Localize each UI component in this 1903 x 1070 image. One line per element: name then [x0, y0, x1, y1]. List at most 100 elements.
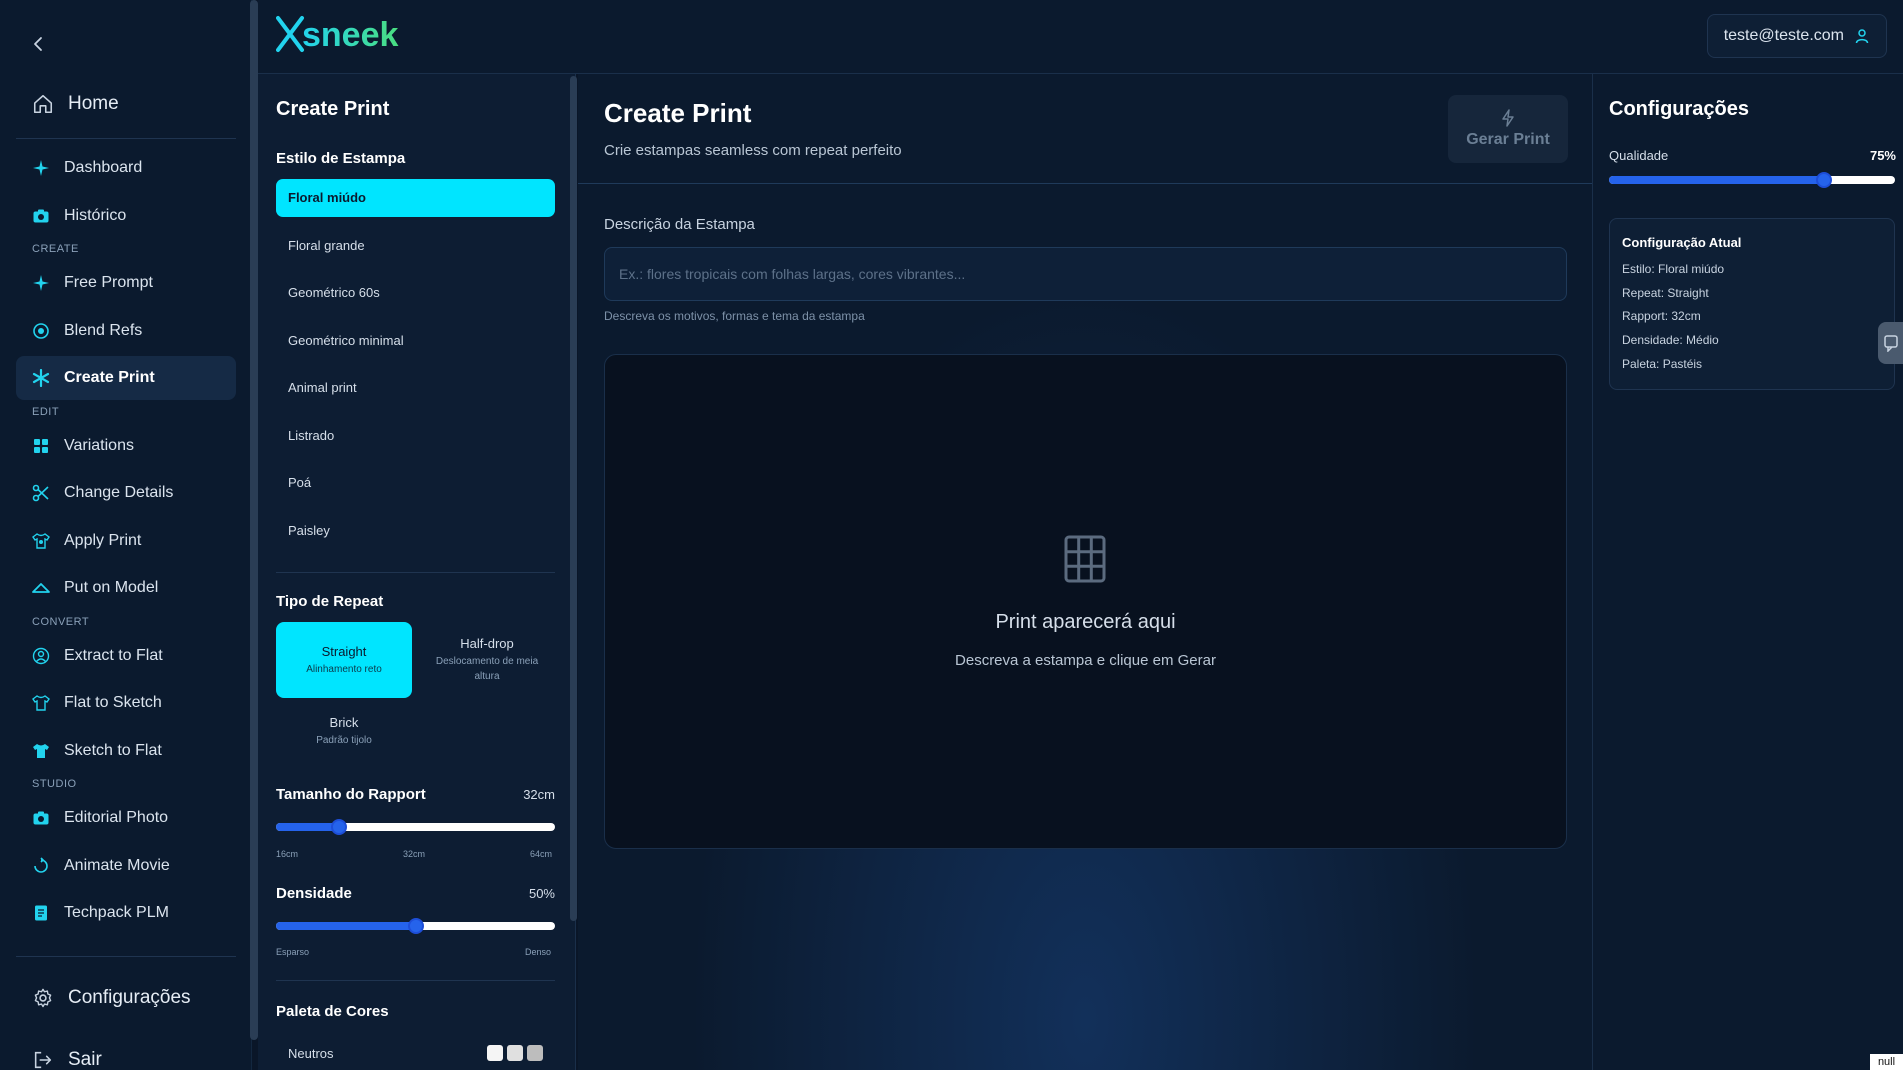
- rapport-value: 32cm: [523, 787, 555, 802]
- repeat-option-straight[interactable]: Straight Alinhamento reto: [276, 622, 412, 698]
- repeat-section-label: Tipo de Repeat: [276, 593, 384, 610]
- camera-icon: [32, 207, 50, 225]
- density-slider-fill: [276, 922, 416, 930]
- palette-label: Paleta de Cores: [276, 1003, 389, 1020]
- svg-text:sneek: sneek: [302, 16, 398, 54]
- person-icon: [32, 647, 50, 665]
- sidebar-item-techpack-plm[interactable]: Techpack PLM: [16, 891, 236, 935]
- sidebar-item-label: Apply Print: [64, 531, 142, 549]
- sidebar-item-change-details[interactable]: Change Details: [16, 471, 236, 515]
- sidebar-item-flat-to-sketch[interactable]: Flat to Sketch: [16, 681, 236, 725]
- style-option[interactable]: Animal print: [276, 369, 555, 407]
- config-line: Densidade: Médio: [1622, 333, 1719, 348]
- sidebar-item-label: Blend Refs: [64, 321, 143, 339]
- style-option[interactable]: Listrado: [276, 417, 555, 455]
- repeat-option-brick[interactable]: Brick Padrão tijolo: [276, 706, 412, 756]
- sidebar-item-label: Free Prompt: [64, 274, 153, 291]
- nav-logout-label: Sair: [68, 1049, 102, 1070]
- nav-logout[interactable]: Sair: [16, 1038, 236, 1070]
- style-option[interactable]: Geométrico minimal: [276, 322, 555, 360]
- nav-home-label: Home: [68, 93, 119, 114]
- sidebar-item-variations[interactable]: Variations: [16, 424, 236, 468]
- tshirt-outline-icon: [32, 694, 50, 712]
- panel-divider: [276, 980, 555, 981]
- style-option[interactable]: Floral miúdo: [276, 179, 555, 217]
- sidebar-item-label: Extract to Flat: [64, 646, 163, 664]
- feedback-tab[interactable]: [1878, 322, 1903, 364]
- repeat-desc: Alinhamento reto: [306, 663, 382, 675]
- sidebar-item-dashboard[interactable]: Dashboard: [16, 146, 236, 190]
- sidebar-item-label: Histórico: [64, 206, 127, 224]
- sidebar-item-hist-rico[interactable]: Histórico: [16, 194, 236, 238]
- sidebar-item-editorial-photo[interactable]: Editorial Photo: [16, 796, 236, 840]
- nav-home[interactable]: Home: [16, 82, 236, 126]
- sidebar-item-label: Animate Movie: [64, 856, 170, 874]
- sidebar-item-apply-print[interactable]: Apply Print: [16, 519, 236, 563]
- user-menu[interactable]: teste@teste.com: [1706, 14, 1887, 58]
- sidebar-item-label: Techpack PLM: [64, 904, 169, 921]
- sidebar-item-put-on-model[interactable]: Put on Model: [16, 566, 236, 610]
- logout-icon: [32, 1049, 54, 1070]
- generate-print-button[interactable]: Gerar Print: [1448, 95, 1568, 163]
- style-options-list: Floral miúdo Floral grande Geométrico 60s G…: [276, 179, 555, 559]
- home-icon: [32, 93, 54, 115]
- repeat-option-half-drop[interactable]: Half-drop Deslocamento de meia altura: [419, 622, 555, 698]
- panel-scrollbar[interactable]: [570, 76, 577, 921]
- sidebar-item-free-prompt[interactable]: Free Prompt: [16, 261, 236, 305]
- density-slider-thumb[interactable]: [407, 918, 424, 934]
- panel-divider: [276, 572, 555, 573]
- lightning-icon: [1500, 109, 1516, 127]
- user-icon: [1854, 28, 1870, 44]
- sidebar-item-animate-movie[interactable]: Animate Movie: [16, 844, 236, 888]
- repeat-name: Straight: [321, 643, 367, 659]
- config-line: Paleta: Pastéis: [1622, 356, 1703, 371]
- grid-icon: [32, 437, 50, 455]
- style-option[interactable]: Poá: [276, 464, 555, 502]
- sparkle-icon: [32, 159, 50, 177]
- user-email: teste@teste.com: [1723, 27, 1844, 44]
- sparkle-icon: [32, 274, 50, 292]
- sidebar-divider: [16, 138, 236, 139]
- style-option[interactable]: Floral grande: [276, 227, 555, 265]
- rapport-slider[interactable]: [276, 819, 555, 835]
- sidebar-item-label: Variations: [64, 436, 134, 454]
- repeat-name: Half-drop: [460, 636, 514, 651]
- palette-option-neutros[interactable]: Neutros: [276, 1040, 555, 1066]
- sidebar-item-label: Sketch to Flat: [64, 741, 162, 759]
- nav-section-label: CONVERT: [32, 615, 90, 628]
- style-option[interactable]: Paisley: [276, 512, 555, 550]
- tshirt-icon: [32, 742, 50, 760]
- collapse-sidebar-button[interactable]: [28, 34, 48, 54]
- palette-swatches: [487, 1045, 543, 1061]
- sidebar-item-sketch-to-flat[interactable]: Sketch to Flat: [16, 729, 236, 773]
- sidebar-item-create-print[interactable]: Create Print: [16, 356, 236, 400]
- camera-icon: [32, 809, 50, 827]
- sidebar-item-extract-to-flat[interactable]: Extract to Flat: [16, 634, 236, 678]
- print-preview-area: [604, 354, 1567, 849]
- color-swatch: [527, 1045, 543, 1061]
- quality-slider[interactable]: [1609, 172, 1895, 188]
- quality-slider-thumb[interactable]: [1815, 172, 1832, 188]
- generate-print-label: Gerar Print: [1466, 131, 1550, 148]
- nav-section-label: CREATE: [32, 243, 79, 255]
- panel-title: Create Print: [276, 98, 390, 120]
- sidebar-nav: Dashboard Histórico CREATE Free Prompt Blend…: [16, 146, 236, 939]
- color-swatch: [507, 1045, 523, 1061]
- sidebar-scrollbar[interactable]: [250, 0, 258, 1040]
- chevron-left-icon: [28, 34, 48, 54]
- debug-tag: null: [1870, 1054, 1903, 1070]
- repeat-name: Brick: [329, 714, 359, 730]
- sidebar-item-blend-refs[interactable]: Blend Refs: [16, 309, 236, 353]
- density-slider[interactable]: [276, 918, 555, 934]
- nav-settings[interactable]: Configurações: [16, 976, 236, 1020]
- brand-logo[interactable]: sneek: [276, 12, 412, 58]
- config-title: Configurações: [1609, 98, 1750, 120]
- header-divider: [578, 183, 1592, 184]
- color-swatch: [487, 1045, 503, 1061]
- description-input[interactable]: [604, 247, 1567, 301]
- shirt-print-icon: [32, 532, 50, 550]
- sidebar-item-label: Put on Model: [64, 579, 159, 596]
- blend-icon: [32, 322, 50, 340]
- style-option[interactable]: Geométrico 60s: [276, 274, 555, 312]
- sidebar-item-label: Flat to Sketch: [64, 694, 162, 711]
